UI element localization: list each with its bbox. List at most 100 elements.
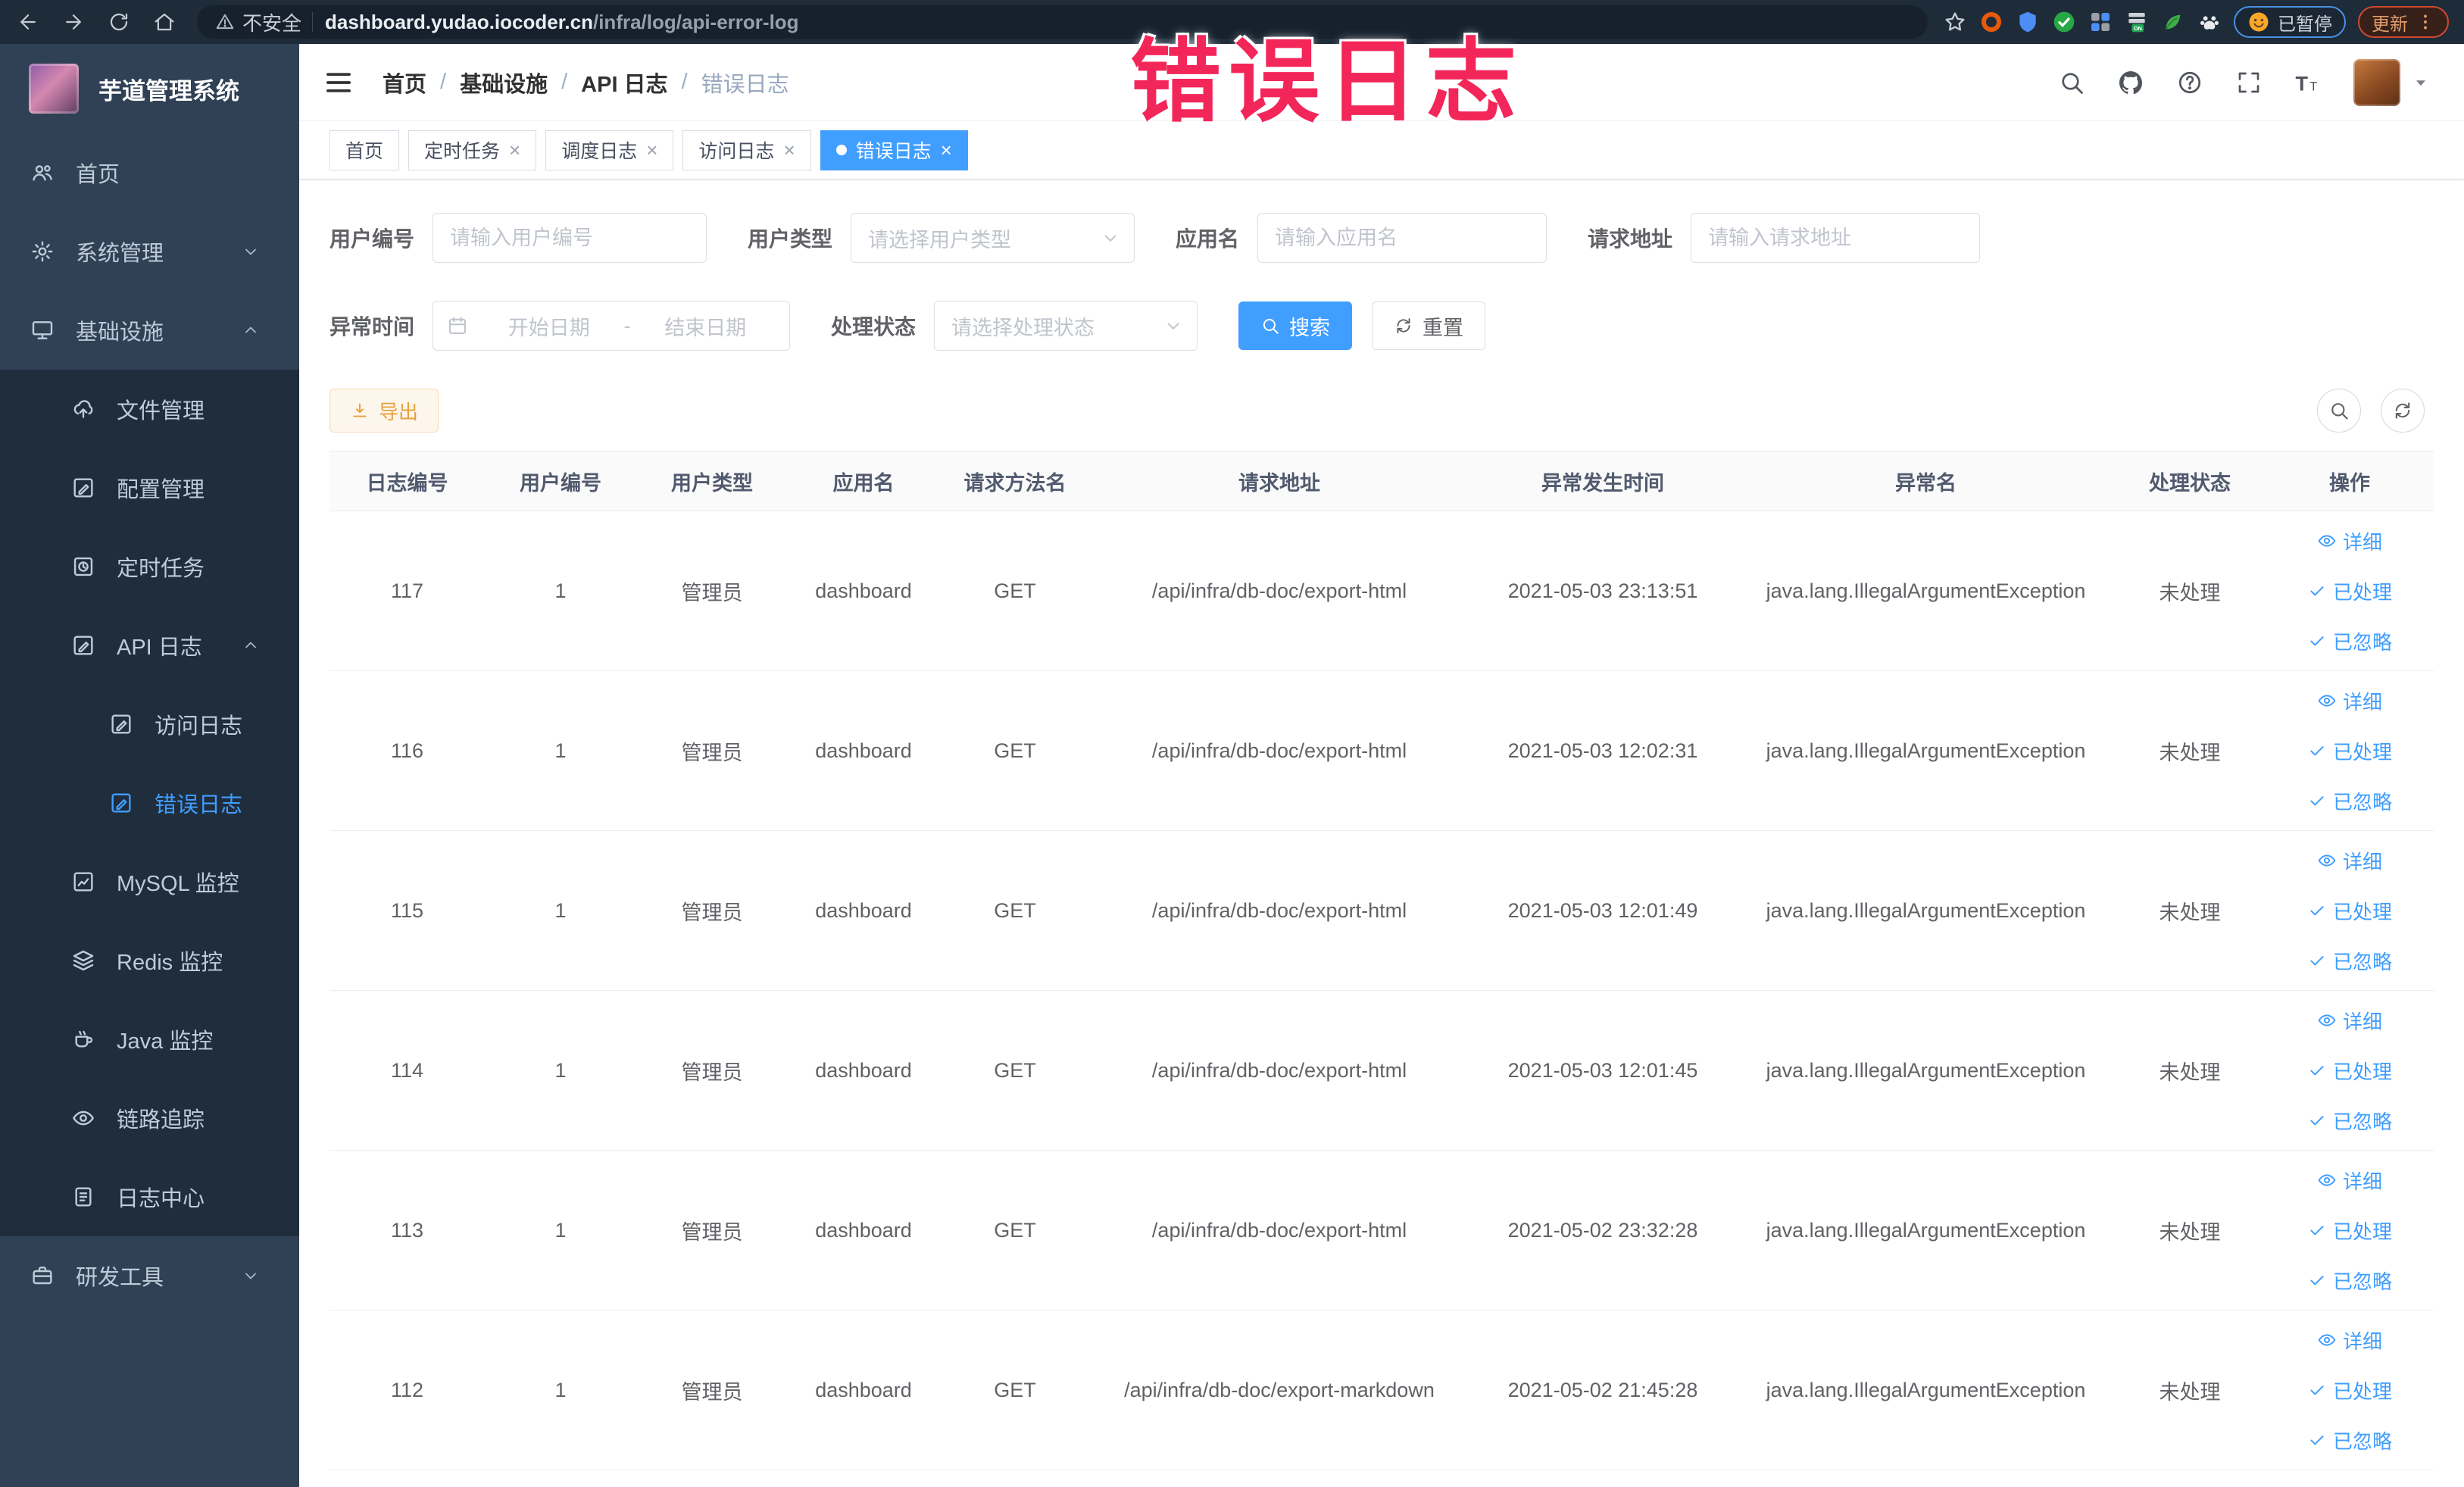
close-icon[interactable]: ×	[509, 140, 520, 160]
action-已忽略[interactable]: 已忽略	[2307, 1258, 2392, 1302]
bookmark-star-icon[interactable]	[1943, 10, 1967, 34]
reload-icon[interactable]	[101, 5, 136, 39]
sidebar-item-system[interactable]: 系统管理	[0, 212, 299, 291]
paw-icon[interactable]	[2197, 10, 2222, 34]
peoples-icon	[30, 161, 55, 185]
request-url-label: 请求地址	[1588, 227, 1673, 251]
action-已处理[interactable]: 已处理	[2307, 1368, 2392, 1412]
sidebar-item-error-log[interactable]: 错误日志	[0, 764, 299, 842]
close-icon[interactable]: ×	[646, 140, 657, 160]
svg-text:T: T	[2309, 80, 2317, 93]
sidebar-item-mysql[interactable]: MySQL 监控	[0, 842, 299, 921]
action-已忽略[interactable]: 已忽略	[2307, 779, 2392, 823]
sidebar-item-home[interactable]: 首页	[0, 133, 299, 212]
check-icon	[2307, 1270, 2327, 1290]
search-button[interactable]: 搜索	[1238, 301, 1353, 350]
on-badge-icon[interactable]: ON	[2125, 10, 2149, 34]
breadcrumb-item-1[interactable]: 基础设施	[460, 67, 548, 98]
user-id-input[interactable]	[433, 213, 707, 263]
blue-shield-icon[interactable]	[2016, 10, 2040, 34]
tab-调度日志[interactable]: 调度日志 ×	[545, 130, 674, 170]
request-url-input[interactable]	[1691, 213, 1981, 263]
sidebar-item-label: 系统管理	[76, 242, 164, 266]
breadcrumb-item-2[interactable]: API 日志	[581, 67, 667, 98]
green-check-icon[interactable]	[2052, 10, 2076, 34]
toggle-search-button[interactable]	[2317, 389, 2361, 433]
tab-错误日志[interactable]: 错误日志 ×	[820, 130, 968, 170]
sidebar-logo-row[interactable]: 芋道管理系统	[0, 44, 299, 133]
tab-label: 定时任务	[424, 141, 501, 162]
cloud-upload-icon	[71, 397, 95, 421]
sidebar-collapse-icon[interactable]	[323, 67, 354, 98]
action-已忽略[interactable]: 已忽略	[2307, 1098, 2392, 1142]
action-详细[interactable]: 详细	[2317, 998, 2382, 1042]
table-cell: java.lang.IllegalArgumentException	[1766, 739, 2086, 762]
sidebar-item-java[interactable]: Java 监控	[0, 1000, 299, 1079]
action-已忽略[interactable]: 已忽略	[2307, 939, 2392, 982]
sidebar-item-job[interactable]: 定时任务	[0, 527, 299, 606]
action-详细[interactable]: 详细	[2317, 519, 2382, 563]
app-name-input[interactable]	[1257, 213, 1547, 263]
breadcrumb-item-0[interactable]: 首页	[383, 67, 426, 98]
sidebar-item-api-log[interactable]: API 日志	[0, 606, 299, 685]
table-cell: GET	[994, 898, 1036, 922]
edit-square-icon	[71, 476, 95, 500]
edit-square-icon	[71, 633, 95, 658]
action-已忽略[interactable]: 已忽略	[2307, 619, 2392, 663]
tab-定时任务[interactable]: 定时任务 ×	[408, 130, 537, 170]
exception-time-range-picker[interactable]: 开始日期 - 结束日期	[433, 301, 791, 351]
leaf-icon[interactable]	[2161, 10, 2185, 34]
process-status-placeholder: 请选择处理状态	[951, 316, 1095, 339]
action-label: 已忽略	[2332, 950, 2392, 973]
forward-icon[interactable]	[56, 5, 91, 39]
action-已处理[interactable]: 已处理	[2307, 889, 2392, 932]
export-button[interactable]: 导出	[329, 389, 439, 433]
tab-访问日志[interactable]: 访问日志 ×	[682, 130, 811, 170]
browser-home-icon[interactable]	[147, 5, 182, 39]
tab-label: 错误日志	[855, 141, 932, 162]
back-icon[interactable]	[11, 5, 45, 39]
address-bar[interactable]: 不安全 dashboard.yudao.iocoder.cn /infra/lo…	[197, 5, 1928, 39]
tab-label: 首页	[345, 141, 384, 162]
action-已处理[interactable]: 已处理	[2307, 1208, 2392, 1252]
help-icon[interactable]	[2176, 69, 2203, 96]
close-icon[interactable]: ×	[941, 140, 952, 160]
grid-icon[interactable]	[2088, 10, 2113, 34]
action-详细[interactable]: 详细	[2317, 1158, 2382, 1202]
browser-update-button[interactable]: 更新	[2358, 6, 2449, 38]
action-label: 已处理	[2332, 1220, 2392, 1243]
search-icon[interactable]	[2058, 69, 2085, 96]
github-icon[interactable]	[2117, 69, 2144, 96]
sidebar-item-infra[interactable]: 基础设施	[0, 291, 299, 370]
process-status-select[interactable]: 请选择处理状态	[934, 301, 1198, 351]
action-已处理[interactable]: 已处理	[2307, 1048, 2392, 1092]
action-已处理[interactable]: 已处理	[2307, 729, 2392, 773]
tab-首页[interactable]: 首页	[329, 130, 400, 170]
action-详细[interactable]: 详细	[2317, 839, 2382, 883]
orange-ring-icon[interactable]	[1979, 10, 2003, 34]
paused-extension-pill[interactable]: 已暂停	[2234, 6, 2346, 38]
font-size-icon[interactable]: TT	[2294, 69, 2322, 96]
sidebar-item-file[interactable]: 文件管理	[0, 370, 299, 448]
breadcrumb-item-3: 错误日志	[701, 72, 789, 97]
sidebar-item-access-log[interactable]: 访问日志	[0, 685, 299, 764]
user-type-select[interactable]: 请选择用户类型	[851, 213, 1135, 263]
table-row: 113 1 管理员 dashboard GET/api/infra/db-doc/exp…	[329, 1151, 2434, 1310]
sidebar-item-trace[interactable]: 链路追踪	[0, 1079, 299, 1157]
action-已忽略[interactable]: 已忽略	[2307, 1418, 2392, 1462]
action-详细[interactable]: 详细	[2317, 1318, 2382, 1362]
sidebar-item-dev-tool[interactable]: 研发工具	[0, 1236, 299, 1315]
sidebar-item-config[interactable]: 配置管理	[0, 448, 299, 527]
active-dot	[835, 145, 847, 155]
fullscreen-icon[interactable]	[2235, 69, 2263, 96]
refresh-table-button[interactable]	[2381, 389, 2425, 433]
close-icon[interactable]: ×	[783, 140, 795, 160]
user-menu[interactable]	[2353, 58, 2429, 106]
table-cell: 管理员	[681, 1380, 743, 1404]
reset-button-label: 重置	[1422, 316, 1464, 339]
action-详细[interactable]: 详细	[2317, 679, 2382, 723]
sidebar-item-redis[interactable]: Redis 监控	[0, 921, 299, 1000]
sidebar-item-log-center[interactable]: 日志中心	[0, 1157, 299, 1236]
reset-button[interactable]: 重置	[1372, 301, 1486, 350]
action-已处理[interactable]: 已处理	[2307, 569, 2392, 613]
